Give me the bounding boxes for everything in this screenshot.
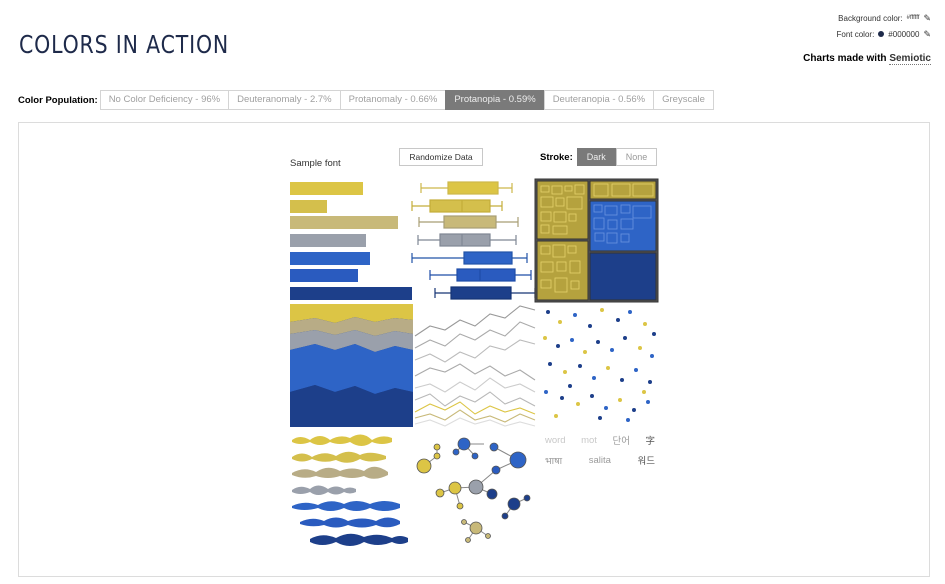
word-cloud-word: 字 — [645, 436, 655, 447]
treemap-cell — [589, 252, 657, 301]
stacked-area-chart — [290, 304, 413, 427]
bar — [290, 182, 363, 195]
word-cloud-word: word — [545, 434, 566, 446]
box-plot — [418, 215, 519, 229]
word-cloud-word: 워드 — [637, 456, 655, 467]
box-plot-chart — [411, 181, 536, 300]
bar — [290, 200, 327, 213]
word-cloud: word mot 단어 字 भाषा salita 워드 — [545, 430, 655, 470]
line-chart — [414, 305, 536, 427]
box-plot — [429, 268, 532, 282]
violin-chart — [292, 434, 408, 546]
treemap-cell — [536, 180, 589, 240]
word-cloud-word: भाषा — [545, 455, 563, 467]
box-plot — [434, 286, 536, 300]
bar — [290, 216, 398, 229]
box-plot — [411, 251, 528, 265]
sample-charts — [290, 178, 659, 546]
word-cloud-row: word mot 단어 字 — [545, 430, 655, 450]
bar-chart — [290, 182, 412, 300]
treemap-cell — [589, 200, 657, 252]
box-plot — [420, 181, 513, 195]
word-cloud-word: mot — [581, 434, 597, 446]
word-cloud-word: salita — [588, 454, 611, 466]
network-chart — [416, 437, 531, 543]
word-cloud-word: 단어 — [612, 436, 630, 447]
bar — [290, 287, 412, 300]
bar — [290, 252, 370, 265]
scatter-plot — [543, 308, 656, 422]
box-plot — [411, 199, 503, 213]
treemap-chart — [534, 178, 659, 303]
bar — [290, 234, 366, 247]
bar — [290, 269, 358, 282]
word-cloud-row: भाषा salita 워드 — [545, 450, 655, 470]
box-plot — [417, 233, 517, 247]
